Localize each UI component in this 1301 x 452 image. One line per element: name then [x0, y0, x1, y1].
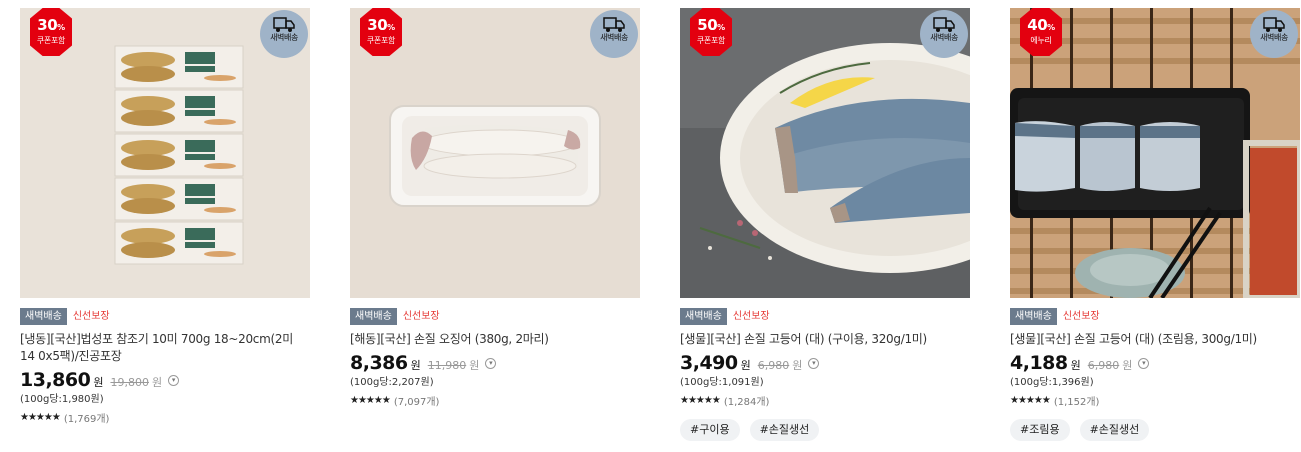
dawn-delivery-label: 새벽배송 — [1260, 33, 1288, 42]
truck-icon — [933, 17, 955, 32]
product-card[interactable]: 50% 쿠폰포함 새벽배송 새벽배송 신선보장 [생물][국산] 손질 고등어 … — [680, 8, 970, 441]
dawn-delivery-badge: 새벽배송 — [260, 10, 308, 58]
dawn-delivery-label: 새벽배송 — [600, 33, 628, 42]
original-price-unit: 원 — [1122, 359, 1133, 372]
dawn-delivery-badge: 새벽배송 — [920, 10, 968, 58]
original-price: 6,980 — [1087, 359, 1120, 372]
sale-price: 13,860 — [20, 369, 91, 391]
truck-icon — [603, 17, 625, 32]
original-price-unit: 원 — [151, 376, 163, 389]
discount-percent-sign: % — [717, 23, 725, 32]
hashtag-chip[interactable]: #조림용 — [1010, 419, 1070, 441]
truck-icon — [1263, 17, 1285, 32]
discount-percent-sign: % — [1047, 23, 1055, 32]
price-unit: 원 — [740, 359, 751, 372]
product-card[interactable]: 30% 쿠폰포함 새벽배송 새벽배송 신선보장 [해동][국산] 손질 오징어 … — [350, 8, 640, 408]
price-unit: 원 — [1070, 359, 1081, 372]
fresh-badge: 신선보장 — [732, 310, 770, 322]
product-name[interactable]: [냉동][국산]법성포 참조기 10미 700g 18~20cm(2미 14 0… — [20, 331, 310, 365]
delivery-badge: 새벽배송 — [680, 307, 727, 325]
hashtag-chip[interactable]: #손질생선 — [749, 419, 820, 441]
truck-icon — [273, 17, 295, 32]
review-count[interactable]: (7,097개) — [394, 393, 440, 408]
star-rating-icon: ★★★★★ — [350, 394, 391, 406]
discount-percent: 40 — [1027, 16, 1048, 34]
discount-label: 에누리 — [1030, 36, 1052, 45]
star-rating-icon: ★★★★★ — [20, 411, 61, 423]
original-price: 6,980 — [757, 359, 790, 372]
product-image[interactable]: 30% 쿠폰포함 새벽배송 — [20, 8, 310, 298]
fresh-badge: 신선보장 — [72, 310, 110, 322]
delivery-badge: 새벽배송 — [20, 307, 67, 325]
price-info-icon[interactable]: ▾ — [168, 374, 180, 386]
star-rating-icon: ★★★★★ — [680, 394, 721, 406]
unit-price: (100g당:1,396원) — [1010, 377, 1094, 388]
original-price-unit: 원 — [792, 359, 803, 372]
discount-percent-sign: % — [57, 23, 65, 32]
product-card[interactable]: 30% 쿠폰포함 새벽배송 새벽배송 신선보장 [냉동][국산]법성포 참조기 … — [20, 8, 310, 425]
price-unit: 원 — [410, 359, 421, 372]
discount-percent: 30 — [367, 16, 388, 34]
sale-price: 4,188 — [1010, 352, 1068, 374]
discount-badge: 30% 쿠폰포함 — [360, 8, 402, 56]
product-image[interactable]: 30% 쿠폰포함 새벽배송 — [350, 8, 640, 298]
product-name[interactable]: [생물][국산] 손질 고등어 (대) (구이용, 320g/1미) — [680, 331, 970, 348]
product-name[interactable]: [생물][국산] 손질 고등어 (대) (조림용, 300g/1미) — [1010, 331, 1300, 348]
review-count[interactable]: (1,152개) — [1054, 393, 1100, 408]
star-rating-icon: ★★★★★ — [1010, 394, 1051, 406]
dawn-delivery-label: 새벽배송 — [930, 33, 958, 42]
sale-price: 8,386 — [350, 352, 408, 374]
discount-badge: 50% 쿠폰포함 — [690, 8, 732, 56]
unit-price: (100g당:1,091원) — [680, 377, 764, 388]
product-card[interactable]: 40% 에누리 새벽배송 새벽배송 신선보장 [생물][국산] 손질 고등어 (… — [1010, 8, 1300, 441]
discount-badge: 30% 쿠폰포함 — [30, 8, 72, 56]
original-price: 19,800 — [110, 376, 149, 389]
fresh-badge: 신선보장 — [1062, 310, 1100, 322]
unit-price: (100g당:2,207원) — [350, 377, 434, 388]
discount-badge: 40% 에누리 — [1020, 8, 1062, 56]
review-count[interactable]: (1,284개) — [724, 393, 770, 408]
unit-price: (100g당:1,980원) — [20, 394, 104, 405]
price-info-icon[interactable]: ▾ — [485, 357, 497, 369]
discount-label: 쿠폰포함 — [366, 36, 396, 45]
dawn-delivery-badge: 새벽배송 — [1250, 10, 1298, 58]
original-price: 11,980 — [427, 359, 467, 372]
product-image[interactable]: 50% 쿠폰포함 새벽배송 — [680, 8, 970, 298]
original-price-unit: 원 — [469, 359, 480, 372]
price-info-icon[interactable]: ▾ — [808, 357, 820, 369]
discount-percent: 50 — [697, 16, 718, 34]
discount-label: 쿠폰포함 — [696, 36, 726, 45]
discount-percent: 30 — [37, 16, 58, 34]
hashtag-chip[interactable]: #구이용 — [680, 419, 740, 441]
product-image[interactable]: 40% 에누리 새벽배송 — [1010, 8, 1300, 298]
discount-percent-sign: % — [387, 23, 395, 32]
delivery-badge: 새벽배송 — [1010, 307, 1057, 325]
dawn-delivery-label: 새벽배송 — [270, 33, 298, 42]
price-unit: 원 — [93, 376, 104, 389]
discount-label: 쿠폰포함 — [36, 36, 66, 45]
delivery-badge: 새벽배송 — [350, 307, 397, 325]
sale-price: 3,490 — [680, 352, 738, 374]
product-name[interactable]: [해동][국산] 손질 오징어 (380g, 2마리) — [350, 331, 640, 348]
dawn-delivery-badge: 새벽배송 — [590, 10, 638, 58]
hashtag-chip[interactable]: #손질생선 — [1079, 419, 1150, 441]
price-info-icon[interactable]: ▾ — [1138, 357, 1150, 369]
review-count[interactable]: (1,769개) — [64, 410, 110, 425]
fresh-badge: 신선보장 — [402, 310, 440, 322]
